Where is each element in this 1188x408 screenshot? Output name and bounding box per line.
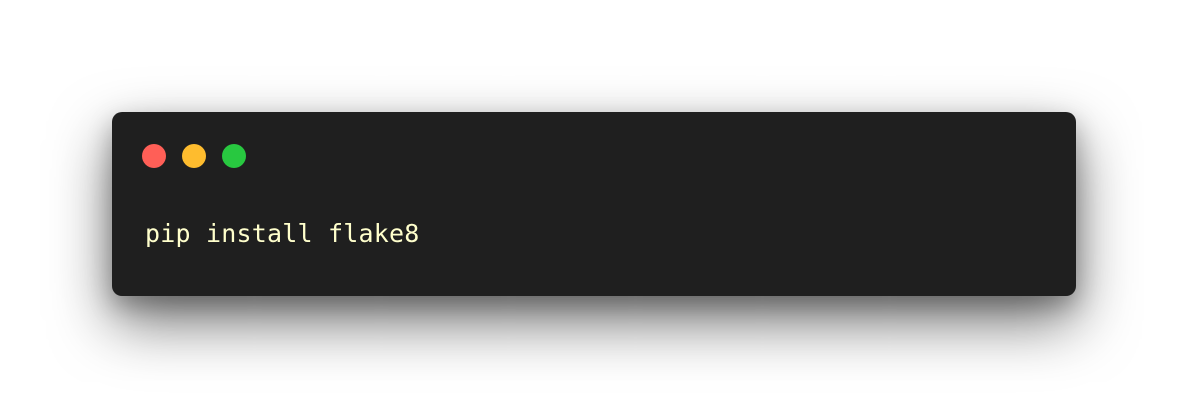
- zoom-dot-icon: [222, 144, 246, 168]
- minimize-dot-icon: [182, 144, 206, 168]
- canvas: pip install flake8: [0, 0, 1188, 408]
- code-window: pip install flake8: [112, 112, 1076, 296]
- code-line: pip install flake8: [145, 219, 420, 248]
- window-controls: [142, 144, 246, 168]
- close-dot-icon: [142, 144, 166, 168]
